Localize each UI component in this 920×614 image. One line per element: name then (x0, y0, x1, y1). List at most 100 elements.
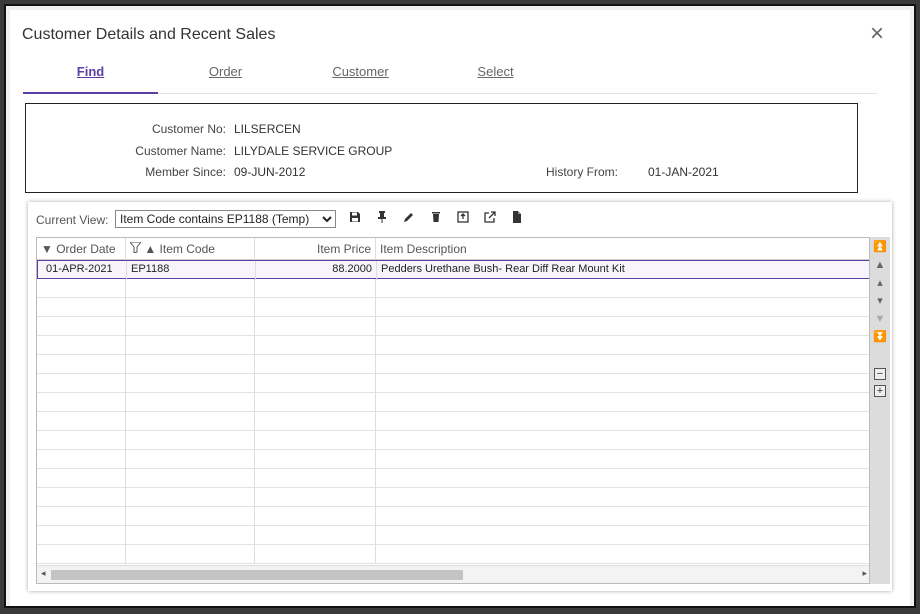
scroll-left-icon[interactable]: ◂ (41, 568, 46, 579)
grid-line (375, 526, 376, 545)
pin-icon[interactable] (373, 211, 391, 227)
col-item-price[interactable]: Item Price (255, 238, 376, 260)
sales-grid-panel: Current View: Item Code contains EP1188 … (28, 202, 892, 591)
document-icon[interactable] (508, 211, 526, 227)
grid-line (254, 450, 255, 469)
grid-line (254, 526, 255, 545)
grid-line (125, 431, 126, 450)
page-down-icon[interactable]: ▼ (870, 312, 890, 326)
member-since-value: 09-JUN-2012 (234, 165, 306, 179)
grid-line (125, 469, 126, 488)
grid-line (375, 355, 376, 374)
current-view-label: Current View: (36, 213, 109, 227)
table-row[interactable]: 01-APR-2021 EP1188 88.2000 Pedders Ureth… (37, 260, 869, 280)
history-from-value: 01-JAN-2021 (648, 165, 719, 179)
grid-line (375, 317, 376, 336)
grid-line (375, 469, 376, 488)
grid-line (375, 393, 376, 412)
cell-item-price: 88.2000 (256, 261, 377, 280)
grid-line (125, 336, 126, 355)
empty-row (37, 317, 869, 336)
grid-line (125, 317, 126, 336)
table-header: ▼ Order Date ▲ Item Code Item Price Item… (37, 238, 869, 260)
tab-customer[interactable]: Customer (293, 62, 428, 94)
empty-row (37, 298, 869, 317)
grid-side-toolbar: ⏫ ▲ ▴ ▾ ▼ ⏬ − + (870, 237, 890, 584)
cell-item-description: Pedders Urethane Bush- Rear Diff Rear Mo… (381, 263, 625, 275)
col-item-description[interactable]: Item Description (376, 238, 869, 260)
grid-line (254, 507, 255, 526)
customer-info-panel: Customer No: LILSERCEN Customer Name: LI… (25, 103, 858, 193)
grid-line (254, 412, 255, 431)
empty-row (37, 545, 869, 564)
grid-line (254, 469, 255, 488)
empty-row (37, 412, 869, 431)
empty-row (37, 488, 869, 507)
customer-no-label: Customer No: (151, 122, 226, 136)
scroll-right-icon[interactable]: ▸ (862, 568, 867, 579)
grid-line (125, 526, 126, 545)
empty-row (37, 450, 869, 469)
window-frame: Customer Details and Recent Sales × Find… (4, 4, 916, 608)
empty-row (37, 374, 869, 393)
grid-line (125, 298, 126, 317)
tab-order[interactable]: Order (158, 62, 293, 94)
grid-line (375, 488, 376, 507)
col-item-code[interactable]: ▲ Item Code (126, 238, 255, 260)
empty-row (37, 526, 869, 545)
last-page-icon[interactable]: ⏬ (870, 330, 890, 344)
current-view-select[interactable]: Item Code contains EP1188 (Temp) (115, 210, 336, 228)
scrollbar-thumb[interactable] (51, 570, 463, 580)
grid-line (254, 431, 255, 450)
collapse-icon[interactable]: − (874, 368, 886, 380)
edit-icon[interactable] (400, 211, 418, 227)
grid-line (375, 450, 376, 469)
grid-line (125, 450, 126, 469)
cell-order-date: 01-APR-2021 (38, 261, 127, 280)
grid-line (375, 412, 376, 431)
sales-table: ▼ Order Date ▲ Item Code Item Price Item… (36, 237, 870, 584)
filter-icon (128, 241, 144, 256)
customer-no-value: LILSERCEN (234, 122, 301, 136)
grid-line (125, 279, 126, 298)
grid-line (375, 545, 376, 564)
empty-row (37, 355, 869, 374)
col-item-code-label: ▲ Item Code (144, 242, 215, 256)
grid-line (125, 488, 126, 507)
grid-line (125, 545, 126, 564)
row-up-icon[interactable]: ▴ (870, 276, 890, 290)
horizontal-scrollbar[interactable]: ◂ ▸ (37, 565, 869, 583)
expand-icon[interactable]: + (874, 385, 886, 397)
tab-find[interactable]: Find (23, 62, 158, 94)
dialog-title: Customer Details and Recent Sales (22, 26, 276, 43)
open-external-icon[interactable] (481, 211, 499, 227)
grid-line (125, 374, 126, 393)
grid-line (254, 279, 255, 298)
empty-row (37, 469, 869, 488)
grid-line (375, 336, 376, 355)
delete-icon[interactable] (427, 211, 445, 227)
row-down-icon[interactable]: ▾ (870, 294, 890, 308)
empty-row (37, 336, 869, 355)
history-from-label: History From: (546, 165, 618, 179)
grid-line (375, 431, 376, 450)
export-icon[interactable] (454, 211, 472, 227)
close-icon[interactable]: × (870, 22, 884, 46)
tab-bar: Find Order Customer Select (23, 62, 877, 94)
grid-line (254, 393, 255, 412)
grid-line (375, 507, 376, 526)
tab-select[interactable]: Select (428, 62, 563, 94)
empty-row (37, 507, 869, 526)
page-up-icon[interactable]: ▲ (870, 258, 890, 272)
first-page-icon[interactable]: ⏫ (870, 240, 890, 254)
grid-line (125, 507, 126, 526)
member-since-label: Member Since: (145, 165, 226, 179)
customer-details-dialog: Customer Details and Recent Sales × Find… (10, 10, 910, 606)
col-order-date[interactable]: ▼ Order Date (37, 238, 126, 260)
empty-row (37, 431, 869, 450)
save-icon[interactable] (346, 211, 364, 227)
empty-row (37, 279, 869, 298)
grid-line (254, 374, 255, 393)
grid-line (254, 355, 255, 374)
grid-line (125, 355, 126, 374)
